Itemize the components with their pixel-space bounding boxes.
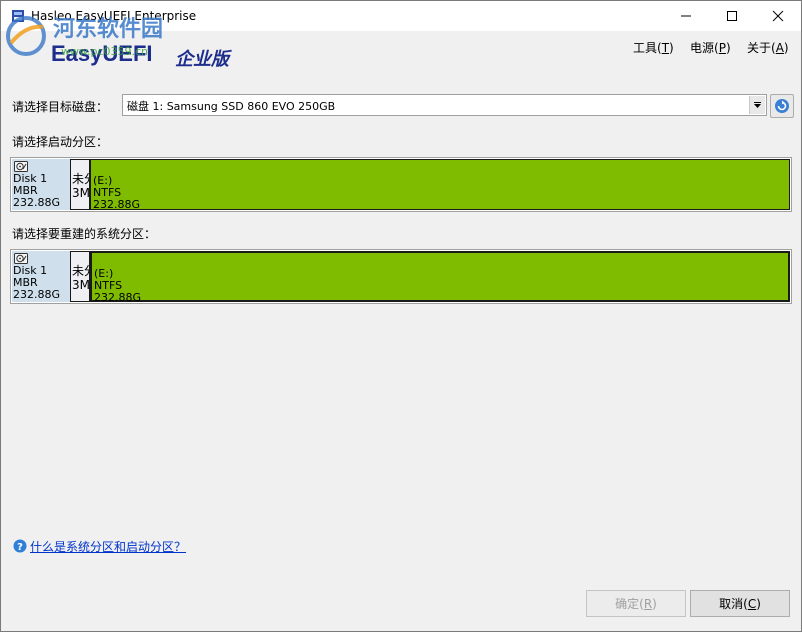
system-partition-label: 请选择要重建的系统分区： (12, 227, 157, 241)
partition-fs: NTFS (93, 186, 122, 199)
dropdown-arrow-icon[interactable] (749, 96, 765, 114)
close-icon (772, 10, 784, 22)
app-header: EasyUEFI 企业版 (1, 31, 801, 76)
window-title: Hasleo EasyUEFI Enterprise (31, 9, 197, 23)
menu-about-accesskey: A (775, 41, 784, 55)
cancel-button[interactable]: 取消(C) (690, 590, 790, 617)
system-disk-info[interactable]: Disk 1 MBR 232.88G (12, 251, 70, 302)
menu-power-label: 电源 (690, 41, 715, 55)
app-icon (12, 10, 24, 22)
ok-button-accesskey: R (643, 596, 653, 611)
disk-size: 232.88G (13, 288, 61, 301)
partition-size: 232.88G (94, 291, 142, 304)
system-unallocated-partition[interactable]: 未分 3M (70, 251, 90, 302)
cancel-button-accesskey: C (747, 596, 757, 611)
partition-fs: NTFS (94, 279, 123, 292)
boot-disk-map: Disk 1 MBR 232.88G 未分 3M (E:) NTFS 232.8… (10, 157, 792, 212)
app-window: Hasleo EasyUEFI Enterprise EasyUEFI 企业版 … (0, 0, 802, 632)
ok-button-label: 确定 (615, 597, 640, 611)
close-button[interactable] (755, 1, 801, 31)
partition-size: 232.88G (93, 198, 141, 211)
menu-tools-label: 工具 (633, 41, 658, 55)
menu-about[interactable]: 关于(A) (747, 39, 789, 56)
edition-label: 企业版 (175, 49, 229, 69)
boot-partition-label: 请选择启动分区： (12, 135, 109, 149)
unallocated-label: 未分 (72, 264, 89, 278)
minimize-icon (681, 15, 691, 17)
menu-tools-accesskey: T (661, 41, 670, 55)
refresh-icon (775, 99, 789, 113)
cancel-button-label: 取消 (719, 597, 744, 611)
unallocated-size: 3M (72, 186, 90, 200)
system-disk-map: Disk 1 MBR 232.88G 未分 3M (E:) NTFS 232.8… (10, 249, 792, 304)
menu-about-label: 关于 (747, 41, 772, 55)
hard-disk-icon (14, 253, 28, 264)
target-disk-label: 请选择目标磁盘： (12, 100, 109, 114)
system-partition-e[interactable]: (E:) NTFS 232.88G (90, 251, 790, 304)
hard-disk-icon (14, 161, 28, 172)
boot-unallocated-partition[interactable]: 未分 3M (70, 159, 90, 210)
help-icon[interactable]: ? (13, 539, 27, 553)
target-disk-value: 磁盘 1: Samsung SSD 860 EVO 250GB (127, 100, 336, 113)
ok-button[interactable]: 确定(R) (586, 590, 686, 617)
unallocated-label: 未分 (72, 172, 89, 186)
minimize-button[interactable] (663, 1, 709, 31)
refresh-button[interactable] (770, 94, 794, 118)
partition-drive: (E:) (94, 267, 114, 280)
svg-text:?: ? (17, 542, 23, 553)
boot-partition-e[interactable]: (E:) NTFS 232.88G (90, 159, 790, 210)
menu-power-accesskey: P (718, 41, 726, 55)
unallocated-size: 3M (72, 278, 90, 292)
partition-drive: (E:) (93, 174, 113, 187)
maximize-icon (727, 11, 737, 21)
menu-power[interactable]: 电源(P) (690, 39, 731, 56)
brand-logo-text: EasyUEFI (51, 41, 153, 66)
disk-size: 232.88G (13, 196, 61, 209)
target-disk-select[interactable]: 磁盘 1: Samsung SSD 860 EVO 250GB (122, 94, 767, 116)
boot-disk-info[interactable]: Disk 1 MBR 232.88G (12, 159, 70, 210)
menu-tools[interactable]: 工具(T) (633, 39, 674, 56)
help-link[interactable]: 什么是系统分区和启动分区？ (30, 538, 186, 555)
title-bar[interactable]: Hasleo EasyUEFI Enterprise (1, 1, 801, 31)
maximize-button[interactable] (709, 1, 755, 31)
